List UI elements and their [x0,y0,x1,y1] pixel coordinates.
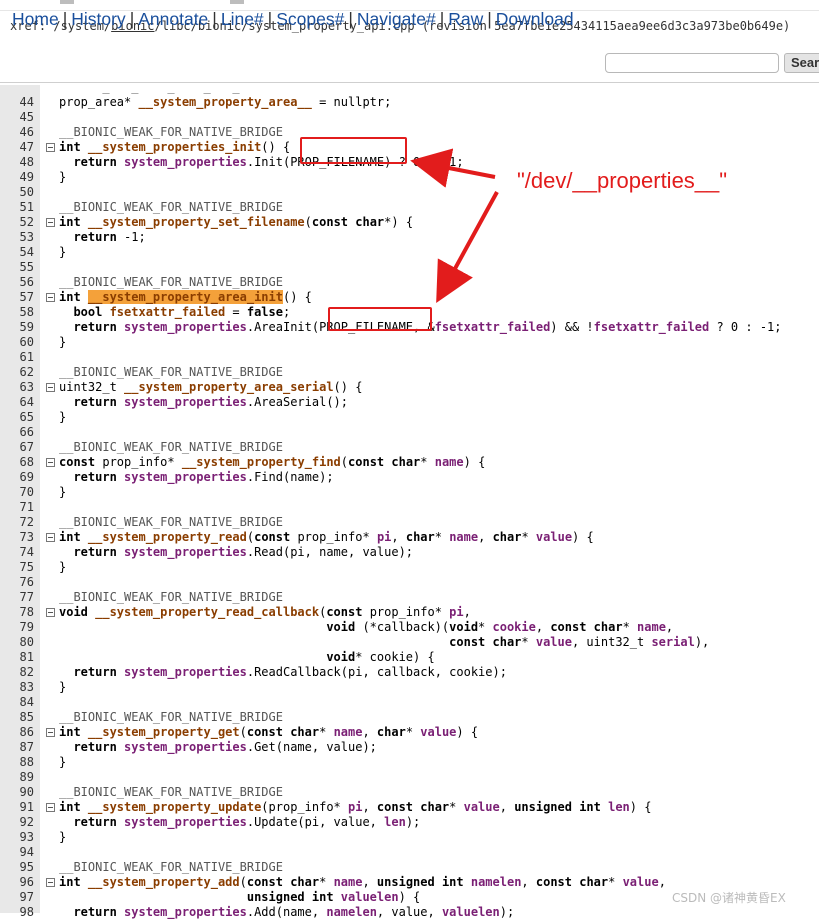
arrow-to-areainit [436,191,499,304]
annotation-label: "/dev/__properties__" [517,168,728,193]
annotation-arrows [410,148,499,304]
arrow-to-init [410,148,496,188]
watermark: CSDN @诸神黄昏EX [672,891,786,905]
